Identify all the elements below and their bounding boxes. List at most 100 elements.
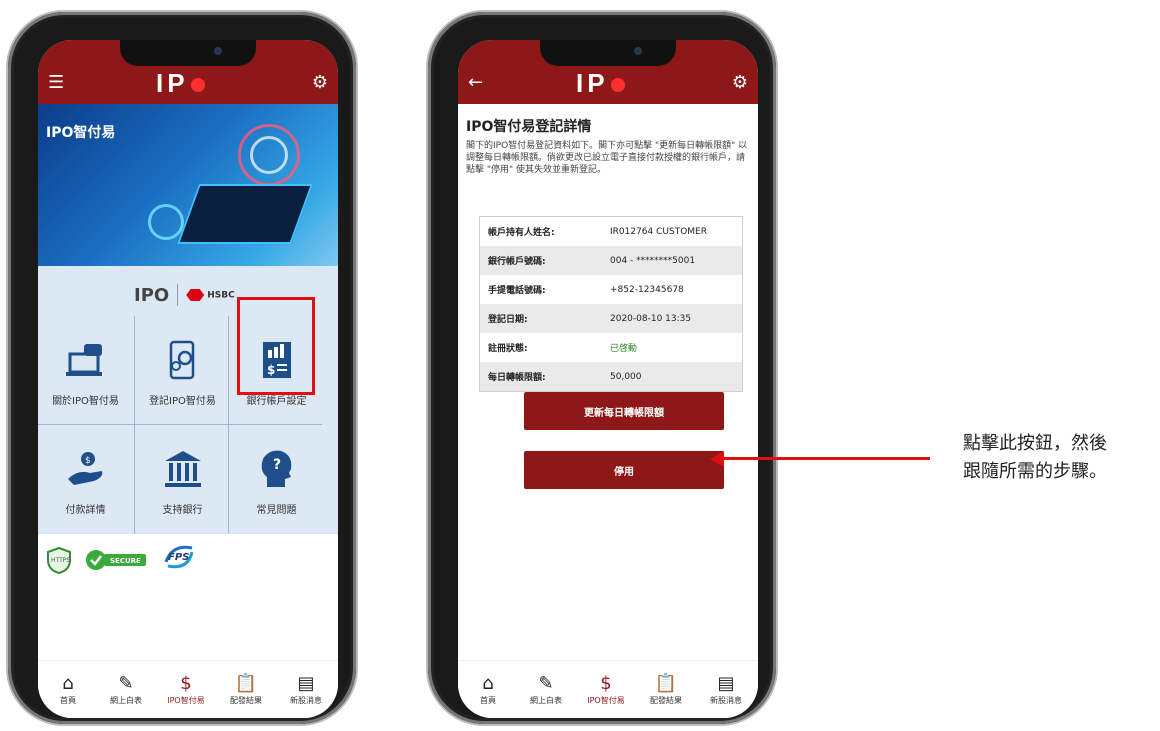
annotation-arrow <box>714 457 930 460</box>
app-logo: IP <box>576 68 625 99</box>
bank-icon <box>161 447 205 491</box>
brand-row: IPO HSBC <box>134 284 235 306</box>
pencil-icon: ✎ <box>118 673 134 694</box>
logo-dot <box>610 78 625 93</box>
menu-label: 關於IPO智付易 <box>52 396 119 407</box>
nav-label: 網上白表 <box>110 696 142 705</box>
menu-about[interactable]: 關於IPO智付易 <box>38 316 133 416</box>
brand-divider <box>177 284 179 306</box>
nav-label: 新股消息 <box>710 696 742 705</box>
svg-text:?: ? <box>273 457 281 473</box>
dollar-icon: $ <box>180 673 192 694</box>
disable-button[interactable]: 停用 <box>524 451 724 489</box>
svg-text:FPS: FPS <box>168 552 189 563</box>
hero-banner: IPO智付易 <box>38 104 338 266</box>
decor-ring <box>148 204 184 240</box>
logo-dot <box>190 78 205 93</box>
phone-right-screen: ← IP ⚙ IPO智付易登記詳情 閣下的IPO智付易登記資料如下。閣下亦可點擊… <box>458 40 758 718</box>
nav-ipo[interactable]: $ IPO智付易 <box>576 673 636 706</box>
bottom-nav: ⌂ 首頁 ✎ 網上白表 $ IPO智付易 📋 配發結果 ▤ 新股消息 <box>38 660 338 718</box>
row-value: +852-12345678 <box>610 284 684 295</box>
nav-results[interactable]: 📋 配發結果 <box>216 673 276 706</box>
phone-left-screen: ☰ IP ⚙ IPO智付易 IPO HSBC 關於IPO智付易 登記IPO智付易… <box>38 40 338 718</box>
app-logo: IP <box>156 68 205 99</box>
hsbc-hexagon-icon <box>186 289 205 301</box>
page-title: IPO智付易登記詳情 <box>466 119 592 135</box>
front-camera <box>634 47 642 55</box>
nav-news[interactable]: ▤ 新股消息 <box>696 673 756 706</box>
page-description: 閣下的IPO智付易登記資料如下。閣下亦可點擊 "更新每日轉帳限額" 以調整每日轉… <box>466 141 748 175</box>
bottom-nav: ⌂ 首頁 ✎ 網上白表 $ IPO智付易 📋 配發結果 ▤ 新股消息 <box>458 660 758 718</box>
laptop-chat-icon <box>64 338 108 382</box>
hsbc-logo: HSBC <box>186 289 235 301</box>
secure-badge-icon: SECURE <box>84 548 148 576</box>
status-value: 已啓動 <box>610 344 638 354</box>
nav-label: IPO智付易 <box>587 696 625 705</box>
nav-eipo[interactable]: ✎ 網上白表 <box>96 673 156 706</box>
update-limit-button[interactable]: 更新每日轉帳限額 <box>524 392 724 430</box>
nav-eipo[interactable]: ✎ 網上白表 <box>516 673 576 706</box>
nav-home[interactable]: ⌂ 首頁 <box>458 673 518 706</box>
nav-label: 配發結果 <box>650 696 682 705</box>
back-arrow-icon[interactable]: ← <box>468 74 483 92</box>
ipo-brand: IPO <box>134 284 170 306</box>
nav-home[interactable]: ⌂ 首頁 <box>38 673 98 706</box>
phone-gear-icon <box>161 338 205 382</box>
table-row: 註冊狀態: 已啓動 <box>480 333 742 362</box>
row-label: 登記日期: <box>488 315 528 325</box>
highlight-box <box>237 297 315 395</box>
annotation-line-2: 跟隨所需的步驟。 <box>963 461 1107 482</box>
row-value: 50,000 <box>610 371 642 382</box>
nav-label: IPO智付易 <box>167 696 205 705</box>
table-row: 每日轉帳限額: 50,000 <box>480 362 742 391</box>
menu-label: 付款詳情 <box>65 505 106 516</box>
row-value: IR012764 CUSTOMER <box>610 226 707 237</box>
phone-notch <box>120 40 256 66</box>
nav-label: 首頁 <box>480 696 496 705</box>
arrow-head-icon <box>710 451 724 467</box>
details-table: 帳戶持有人姓名: IR012764 CUSTOMER 銀行帳戶號碼: 004 - *… <box>479 216 743 392</box>
clipboard-icon: 📋 <box>654 673 678 694</box>
row-value: 2020-08-10 13:35 <box>610 313 692 324</box>
security-badges: HTTPS SECURE FPS <box>38 534 338 594</box>
gear-icon[interactable]: ⚙ <box>732 74 748 92</box>
https-badge-icon: HTTPS <box>46 546 72 578</box>
annotation-note: 點擊此按鈕，然後 跟隨所需的步驟。 <box>963 430 1107 486</box>
head-question-icon: ? <box>257 447 297 491</box>
newspaper-icon: ▤ <box>297 673 315 694</box>
hand-coin-icon: $ <box>64 447 108 491</box>
fps-badge-icon: FPS <box>162 542 196 576</box>
nav-news[interactable]: ▤ 新股消息 <box>276 673 336 706</box>
home-icon: ⌂ <box>482 673 494 694</box>
clipboard-icon: 📋 <box>234 673 258 694</box>
svg-text:HTTPS: HTTPS <box>51 557 70 564</box>
phone-right: ← IP ⚙ IPO智付易登記詳情 閣下的IPO智付易登記資料如下。閣下亦可點擊… <box>428 12 776 724</box>
menu-label: 支持銀行 <box>162 505 203 516</box>
row-label: 帳戶持有人姓名: <box>488 228 555 238</box>
menu-supported-banks[interactable]: 支持銀行 <box>135 425 230 525</box>
nav-ipo[interactable]: $ IPO智付易 <box>156 673 216 706</box>
nav-label: 新股消息 <box>290 696 322 705</box>
nav-label: 配發結果 <box>230 696 262 705</box>
newspaper-icon: ▤ <box>717 673 735 694</box>
table-row: 手提電話號碼: +852-12345678 <box>480 275 742 304</box>
menu-faq[interactable]: ? 常見問題 <box>229 425 324 525</box>
front-camera <box>214 47 222 55</box>
row-label: 每日轉帳限額: <box>488 373 546 383</box>
dollar-icon: $ <box>600 673 612 694</box>
table-row: 登記日期: 2020-08-10 13:35 <box>480 304 742 333</box>
gear-icon[interactable]: ⚙ <box>312 74 328 92</box>
nav-results[interactable]: 📋 配發結果 <box>636 673 696 706</box>
annotation-line-1: 點擊此按鈕，然後 <box>963 433 1107 454</box>
row-value: 004 - ********5001 <box>610 255 696 266</box>
row-label: 註冊狀態: <box>488 344 528 354</box>
table-row: 帳戶持有人姓名: IR012764 CUSTOMER <box>480 217 742 246</box>
nav-label: 網上白表 <box>530 696 562 705</box>
hamburger-icon[interactable]: ☰ <box>48 74 64 92</box>
phone-left: ☰ IP ⚙ IPO智付易 IPO HSBC 關於IPO智付易 登記IPO智付易… <box>8 12 356 724</box>
menu-payment-details[interactable]: $ 付款詳情 <box>38 425 133 525</box>
decor-ring <box>250 136 288 174</box>
menu-register[interactable]: 登記IPO智付易 <box>135 316 230 416</box>
svg-text:$: $ <box>85 456 91 466</box>
svg-text:SECURE: SECURE <box>110 557 141 565</box>
